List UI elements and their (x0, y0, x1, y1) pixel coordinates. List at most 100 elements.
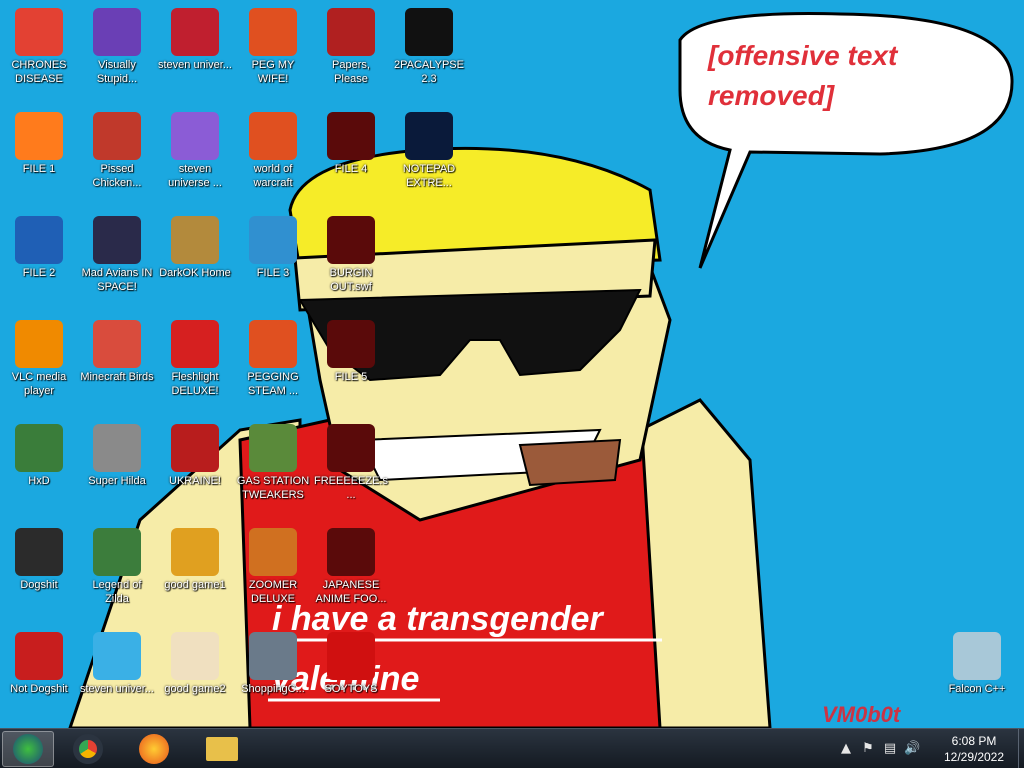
hxd-icon (15, 424, 63, 472)
desktop-icon[interactable]: Falcon C++ (938, 626, 1016, 726)
taskbar-chrome[interactable] (62, 731, 114, 767)
red-ball-icon (171, 320, 219, 368)
show-desktop-button[interactable] (1018, 729, 1024, 768)
angry-birds-icon (93, 320, 141, 368)
start-button[interactable] (2, 731, 54, 767)
mahjong-icon (171, 632, 219, 680)
angry-birds-space-icon (93, 216, 141, 264)
desktop-icon[interactable]: FILE 2 (0, 210, 78, 310)
desktop-icon-label: Fleshlight DELUXE! (171, 371, 219, 397)
angry-birds-icon (93, 112, 141, 160)
eagle-icon (327, 8, 375, 56)
desktop-icon-label: BURGIN OUT.swf (329, 267, 373, 293)
desktop-icon[interactable]: Super Hilda (78, 418, 156, 518)
desktop-icon[interactable]: Fleshlight DELUXE! (156, 314, 234, 414)
p-logo-icon (249, 216, 297, 264)
desktop-icon-label: good game1 (164, 579, 226, 591)
clock[interactable]: 6:08 PM 12/29/2022 (936, 733, 1012, 765)
network-icon[interactable]: ▤ (882, 741, 898, 757)
chevron-up-icon[interactable]: ▲ (838, 741, 854, 757)
desktop-icon[interactable]: GAS STATION TWEAKERS (234, 418, 312, 518)
desktop-icon[interactable]: HxD (0, 418, 78, 518)
firefox-icon (139, 734, 169, 764)
desktop-icon-label: Minecraft Birds (80, 371, 154, 383)
desktop-icon[interactable]: JAPANESE ANIME FOO... (312, 522, 390, 622)
desktop-icon[interactable]: steven univer... (156, 2, 234, 102)
start-orb-icon (13, 734, 43, 764)
desktop-icon[interactable]: good game2 (156, 626, 234, 726)
desktop-icon-label: GAS STATION TWEAKERS (236, 475, 310, 501)
desktop-icon-label: FILE 5 (334, 371, 368, 383)
notepad-icon (405, 112, 453, 160)
desktop-icon[interactable]: FILE 3 (234, 210, 312, 310)
desktop-icon-label: Legend of Zilda (92, 579, 142, 605)
desktop-icon-label: Not Dogshit (10, 683, 68, 695)
desktop-icon-label: CHRONES DISEASE (11, 59, 67, 85)
flag-icon[interactable]: ⚑ (860, 741, 876, 757)
desktop-icon[interactable]: PEGGING STEAM ... (234, 314, 312, 414)
desktop-icon[interactable]: UKRAINE! (156, 418, 234, 518)
desktop-icon-label: HxD (28, 475, 50, 487)
taskbar-file-explorer[interactable] (196, 731, 248, 767)
clock-date: 12/29/2022 (943, 750, 1005, 764)
desktop-icon[interactable]: PEG MY WIFE! (234, 2, 312, 102)
desktop-icon[interactable]: Papers, Please (312, 2, 390, 102)
desktop-icon[interactable]: ShoppingC... (234, 626, 312, 726)
flash-icon (327, 320, 375, 368)
idol-icon (249, 528, 297, 576)
s-logo-icon (327, 632, 375, 680)
visual-studio-icon (93, 8, 141, 56)
flash-icon (249, 632, 297, 680)
desktop-icon[interactable]: DarkOK Home (156, 210, 234, 310)
desktop-icon[interactable]: Visually Stupid... (78, 2, 156, 102)
desktop-icon[interactable]: Pissed Chicken... (78, 106, 156, 206)
desktop-icon-label: 2PACALYPSE 2.3 (394, 59, 464, 85)
clock-time: 6:08 PM (951, 734, 997, 748)
desktop-icon-label: Falcon C++ (948, 683, 1006, 695)
desktop-icon-label: Visually Stupid... (96, 59, 138, 85)
speaker-icon[interactable]: 🔊 (904, 741, 920, 757)
desktop-icon[interactable]: FILE 4 (312, 106, 390, 206)
desktop-icon[interactable]: ZOOMER DELUXE (234, 522, 312, 622)
desktop-icon-label: UKRAINE! (169, 475, 221, 487)
desktop-icon[interactable]: NOTEPAD EXTRE... (390, 106, 468, 206)
taskbar-firefox[interactable] (128, 731, 180, 767)
flash-icon (327, 216, 375, 264)
desktop-icon[interactable]: Dogshit (0, 522, 78, 622)
obama-logo-icon (15, 216, 63, 264)
desktop-icon-label: Papers, Please (332, 59, 370, 85)
desktop-icon-label: FILE 1 (22, 163, 56, 175)
desktop-icon[interactable]: CHRONES DISEASE (0, 2, 78, 102)
desktop-icon[interactable]: Legend of Zilda (78, 522, 156, 622)
desktop-icon[interactable]: Mad Avians IN SPACE! (78, 210, 156, 310)
vlc-icon (15, 320, 63, 368)
radiation-icon (171, 424, 219, 472)
desktop-icon-label: good game2 (164, 683, 226, 695)
desktop-icon-label: Pissed Chicken... (92, 163, 142, 189)
desktop-icon[interactable]: steven universe ... (156, 106, 234, 206)
desktop-icon-label: FREEEEEZE.s... (314, 475, 388, 501)
desktop-icon-label: Dogshit (20, 579, 58, 591)
desktop-icon[interactable]: Not Dogshit (0, 626, 78, 726)
system-tray: ▲ ⚑ ▤ 🔊 6:08 PM 12/29/2022 (834, 729, 1024, 768)
desktop-icon-label: world of warcraft (253, 163, 293, 189)
desktop-icon-label: DarkOK Home (159, 267, 231, 279)
desktop-icon[interactable]: world of warcraft (234, 106, 312, 206)
desktop-icon[interactable]: BURGIN OUT.swf (312, 210, 390, 310)
desktop-icon[interactable]: good game1 (156, 522, 234, 622)
desktop-icon[interactable]: Minecraft Birds (78, 314, 156, 414)
desktop-icon[interactable]: FILE 5 (312, 314, 390, 414)
desktop-icon-label: steven univer... (158, 59, 232, 71)
desktop-icon[interactable]: VLC media player (0, 314, 78, 414)
p-logo-icon (249, 320, 297, 368)
desktop-icon[interactable]: 2PACALYPSE 2.3 (390, 2, 468, 102)
desktop-icon[interactable]: FILE 1 (0, 106, 78, 206)
desktop-icon-label: ShoppingC... (241, 683, 305, 695)
desktop-icon[interactable]: FREEEEEZE.s... (312, 418, 390, 518)
gem-icon (171, 112, 219, 160)
desktop-icon-label: PEGGING STEAM ... (247, 371, 299, 397)
p-logo-icon (249, 8, 297, 56)
taskbar: ▲ ⚑ ▤ 🔊 6:08 PM 12/29/2022 (0, 728, 1024, 768)
desktop-icon[interactable]: steven univer... (78, 626, 156, 726)
desktop-icon[interactable]: SOYTOYS (312, 626, 390, 726)
